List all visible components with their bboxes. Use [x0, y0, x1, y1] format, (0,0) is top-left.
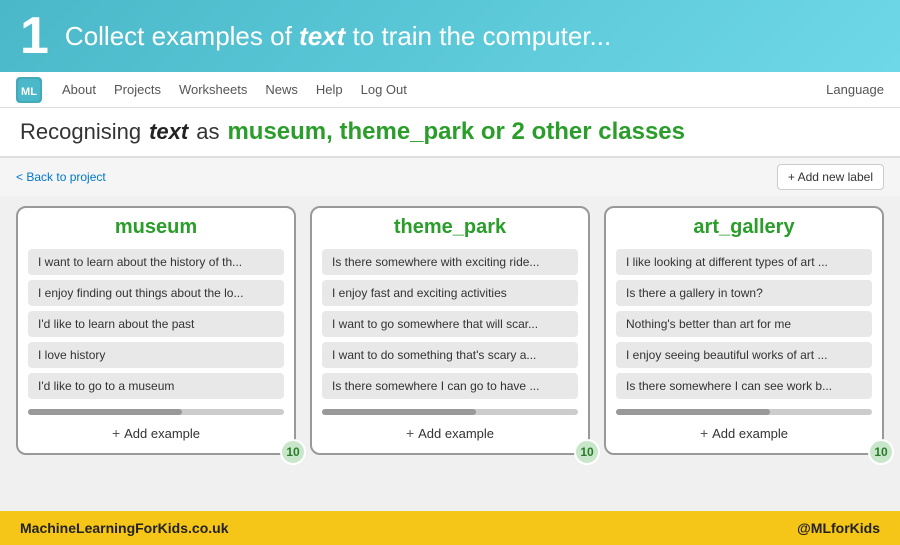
navbar: ML About Projects Worksheets News Help L…: [0, 72, 900, 108]
banner-text: Collect examples of text to train the co…: [65, 21, 611, 52]
list-item: I enjoy finding out things about the lo.…: [28, 280, 284, 306]
column-theme-park: theme_park Is there somewhere with excit…: [310, 206, 590, 455]
list-item: I want to do something that's scary a...: [322, 342, 578, 368]
back-link-bar: < Back to project + Add new label: [0, 158, 900, 196]
subtitle-middle: as: [196, 119, 219, 145]
banner-keyword: text: [299, 21, 345, 51]
nav-logo: ML: [16, 77, 42, 103]
list-item: I'd like to go to a museum: [28, 373, 284, 399]
list-item: I enjoy seeing beautiful works of art ..…: [616, 342, 872, 368]
column-title-museum: museum: [18, 208, 294, 245]
nav-worksheets[interactable]: Worksheets: [179, 82, 247, 97]
column-art-gallery: art_gallery I like looking at different …: [604, 206, 884, 455]
subtitle-keyword: text: [149, 119, 188, 145]
count-badge-museum: 10: [280, 439, 306, 465]
nav-news[interactable]: News: [265, 82, 298, 97]
examples-list-theme-park: Is there somewhere with exciting ride...…: [312, 245, 588, 403]
add-example-art-gallery[interactable]: + Add example: [606, 419, 882, 443]
examples-list-art-gallery: I like looking at different types of art…: [606, 245, 882, 403]
main-content: museum I want to learn about the history…: [0, 196, 900, 465]
list-item: I love history: [28, 342, 284, 368]
nav-about[interactable]: About: [62, 82, 96, 97]
examples-list-museum: I want to learn about the history of th.…: [18, 245, 294, 403]
column-title-theme-park: theme_park: [312, 208, 588, 245]
footer-left: MachineLearningForKids.co.uk: [20, 520, 228, 536]
footer: MachineLearningForKids.co.uk @MLforKids: [0, 511, 900, 545]
banner-suffix: to train the computer...: [353, 21, 612, 51]
list-item: Is there a gallery in town?: [616, 280, 872, 306]
column-museum: museum I want to learn about the history…: [16, 206, 296, 455]
add-example-label: Add example: [124, 426, 200, 441]
subtitle-prefix: Recognising: [20, 119, 141, 145]
logo-icon: ML: [18, 79, 40, 101]
top-banner: 1 Collect examples of text to train the …: [0, 0, 900, 72]
count-badge-art-gallery: 10: [868, 439, 894, 465]
plus-icon: +: [700, 425, 708, 441]
list-item: I like looking at different types of art…: [616, 249, 872, 275]
nav-logout[interactable]: Log Out: [361, 82, 407, 97]
list-item: I want to go somewhere that will scar...: [322, 311, 578, 337]
scrollbar-theme-park[interactable]: [322, 409, 578, 415]
list-item: Is there somewhere with exciting ride...: [322, 249, 578, 275]
nav-help[interactable]: Help: [316, 82, 343, 97]
nav-projects[interactable]: Projects: [114, 82, 161, 97]
list-item: I want to learn about the history of th.…: [28, 249, 284, 275]
svg-text:ML: ML: [21, 86, 37, 98]
scrollbar-museum[interactable]: [28, 409, 284, 415]
nav-links: About Projects Worksheets News Help Log …: [62, 82, 806, 97]
count-badge-theme-park: 10: [574, 439, 600, 465]
nav-language[interactable]: Language: [826, 82, 884, 97]
column-title-art-gallery: art_gallery: [606, 208, 882, 245]
subtitle-classes: museum, theme_park or 2 other classes: [227, 118, 685, 146]
plus-icon: +: [112, 425, 120, 441]
add-example-theme-park[interactable]: + Add example: [312, 419, 588, 443]
add-example-museum[interactable]: + Add example: [18, 419, 294, 443]
list-item: Nothing's better than art for me: [616, 311, 872, 337]
subtitle-bar: Recognising text as museum, theme_park o…: [0, 108, 900, 158]
footer-right: @MLforKids: [797, 520, 880, 536]
plus-icon: +: [406, 425, 414, 441]
scrollbar-art-gallery[interactable]: [616, 409, 872, 415]
add-example-label: Add example: [712, 426, 788, 441]
list-item: I'd like to learn about the past: [28, 311, 284, 337]
list-item: Is there somewhere I can go to have ...: [322, 373, 578, 399]
add-label-button[interactable]: + Add new label: [777, 164, 884, 190]
list-item: I enjoy fast and exciting activities: [322, 280, 578, 306]
banner-number: 1: [20, 10, 49, 62]
add-example-label: Add example: [418, 426, 494, 441]
back-link[interactable]: < Back to project: [16, 170, 106, 184]
list-item: Is there somewhere I can see work b...: [616, 373, 872, 399]
banner-prefix: Collect examples of: [65, 21, 292, 51]
